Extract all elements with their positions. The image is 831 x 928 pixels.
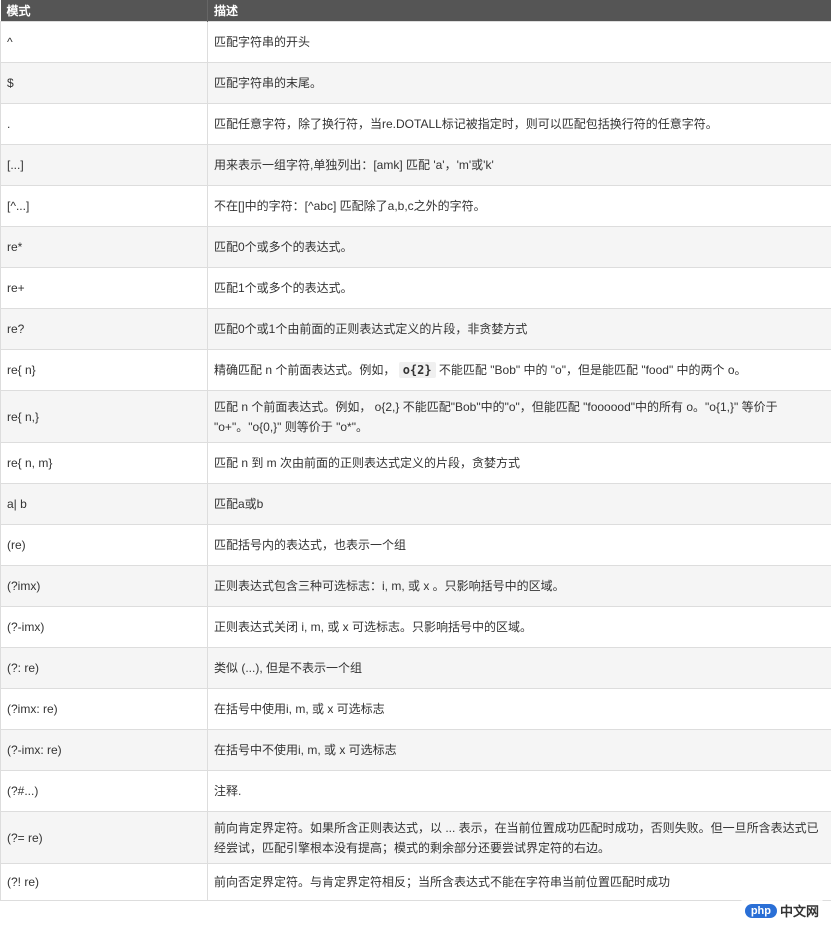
pattern-cell: re* [0, 226, 208, 268]
pattern-cell: a| b [0, 483, 208, 525]
pattern-cell: (?-imx) [0, 606, 208, 648]
pattern-cell: (re) [0, 524, 208, 566]
description-cell: 精确匹配 n 个前面表达式。例如， o{2} 不能匹配 "Bob" 中的 "o"… [207, 349, 831, 391]
description-cell: 匹配字符串的开头 [207, 21, 831, 63]
header-description: 描述 [207, 0, 831, 22]
table-row: [^...] 不在[]中的字符：[^abc] 匹配除了a,b,c之外的字符。 [0, 185, 831, 227]
pattern-cell: (?: re) [0, 647, 208, 689]
table-row: a| b 匹配a或b [0, 483, 831, 525]
table-row: (?-imx) 正则表达式关闭 i, m, 或 x 可选标志。只影响括号中的区域。 [0, 606, 831, 648]
description-cell: 注释. [207, 770, 831, 812]
pattern-cell: (?imx) [0, 565, 208, 607]
table-row: (?-imx: re) 在括号中不使用i, m, 或 x 可选标志 [0, 729, 831, 771]
table-row: re? 匹配0个或1个由前面的正则表达式定义的片段，非贪婪方式 [0, 308, 831, 350]
table-row: [...] 用来表示一组字符,单独列出：[amk] 匹配 'a'，'m'或'k' [0, 144, 831, 186]
description-cell: 匹配1个或多个的表达式。 [207, 267, 831, 309]
table-row: (?#...) 注释. [0, 770, 831, 812]
php-logo: php [744, 903, 777, 918]
description-cell: 用来表示一组字符,单独列出：[amk] 匹配 'a'，'m'或'k' [207, 144, 831, 186]
table-row: re{ n,} 匹配 n 个前面表达式。例如， o{2,} 不能匹配"Bob"中的… [0, 390, 831, 443]
description-text: 精确匹配 n 个前面表达式。例如， [214, 363, 399, 377]
site-watermark: php 中文网 [740, 899, 823, 922]
table-row: (?= re) 前向肯定界定符。如果所含正则表达式，以 ... 表示，在当前位置成… [0, 811, 831, 864]
table-row: re* 匹配0个或多个的表达式。 [0, 226, 831, 268]
header-pattern: 模式 [0, 0, 208, 22]
description-cell: 不在[]中的字符：[^abc] 匹配除了a,b,c之外的字符。 [207, 185, 831, 227]
table-row: (re) 匹配括号内的表达式，也表示一个组 [0, 524, 831, 566]
description-cell: 匹配 n 到 m 次由前面的正则表达式定义的片段，贪婪方式 [207, 442, 831, 484]
pattern-cell: . [0, 103, 208, 145]
table-row: re{ n, m} 匹配 n 到 m 次由前面的正则表达式定义的片段，贪婪方式 [0, 442, 831, 484]
description-cell: 在括号中不使用i, m, 或 x 可选标志 [207, 729, 831, 771]
table-row: . 匹配任意字符，除了换行符，当re.DOTALL标记被指定时，则可以匹配包括换行… [0, 103, 831, 145]
pattern-cell: re? [0, 308, 208, 350]
description-cell: 匹配任意字符，除了换行符，当re.DOTALL标记被指定时，则可以匹配包括换行符… [207, 103, 831, 145]
table-row: $ 匹配字符串的末尾。 [0, 62, 831, 104]
table-header-row: 模式 描述 [0, 0, 831, 22]
pattern-cell: (?#...) [0, 770, 208, 812]
pattern-cell: (?imx: re) [0, 688, 208, 730]
pattern-cell: ^ [0, 21, 208, 63]
pattern-cell: re{ n} [0, 349, 208, 391]
description-cell: 前向否定界定符。与肯定界定符相反；当所含表达式不能在字符串当前位置匹配时成功 [207, 863, 831, 901]
table-row: re+ 匹配1个或多个的表达式。 [0, 267, 831, 309]
table-row: (?imx: re) 在括号中使用i, m, 或 x 可选标志 [0, 688, 831, 730]
description-text: 不能匹配 "Bob" 中的 "o"，但是能匹配 "food" 中的两个 o。 [435, 363, 747, 377]
description-cell: 匹配0个或1个由前面的正则表达式定义的片段，非贪婪方式 [207, 308, 831, 350]
description-cell: 匹配 n 个前面表达式。例如， o{2,} 不能匹配"Bob"中的"o"，但能匹… [207, 390, 831, 443]
description-cell: 匹配0个或多个的表达式。 [207, 226, 831, 268]
pattern-cell: [...] [0, 144, 208, 186]
description-cell: 匹配括号内的表达式，也表示一个组 [207, 524, 831, 566]
pattern-cell: re{ n, m} [0, 442, 208, 484]
pattern-cell: re+ [0, 267, 208, 309]
description-cell: 正则表达式关闭 i, m, 或 x 可选标志。只影响括号中的区域。 [207, 606, 831, 648]
pattern-cell: $ [0, 62, 208, 104]
description-cell: 前向肯定界定符。如果所含正则表达式，以 ... 表示，在当前位置成功匹配时成功，… [207, 811, 831, 864]
description-cell: 正则表达式包含三种可选标志：i, m, 或 x 。只影响括号中的区域。 [207, 565, 831, 607]
pattern-cell: (?= re) [0, 811, 208, 864]
table-row: ^ 匹配字符串的开头 [0, 21, 831, 63]
pattern-cell: [^...] [0, 185, 208, 227]
pattern-cell: re{ n,} [0, 390, 208, 443]
inline-code: o{2} [398, 362, 436, 378]
description-cell: 匹配a或b [207, 483, 831, 525]
description-cell: 在括号中使用i, m, 或 x 可选标志 [207, 688, 831, 730]
watermark-text: 中文网 [779, 904, 819, 919]
regex-pattern-table: 模式 描述 ^ 匹配字符串的开头 $ 匹配字符串的末尾。 . 匹配任意字符，除了换行符… [0, 0, 831, 901]
table-row: (?: re) 类似 (...), 但是不表示一个组 [0, 647, 831, 689]
pattern-cell: (?! re) [0, 863, 208, 901]
table-row: (?! re) 前向否定界定符。与肯定界定符相反；当所含表达式不能在字符串当前位置… [0, 863, 831, 901]
table-row: (?imx) 正则表达式包含三种可选标志：i, m, 或 x 。只影响括号中的区域… [0, 565, 831, 607]
description-cell: 类似 (...), 但是不表示一个组 [207, 647, 831, 689]
pattern-cell: (?-imx: re) [0, 729, 208, 771]
table-row: re{ n} 精确匹配 n 个前面表达式。例如， o{2} 不能匹配 "Bob"… [0, 349, 831, 391]
description-cell: 匹配字符串的末尾。 [207, 62, 831, 104]
